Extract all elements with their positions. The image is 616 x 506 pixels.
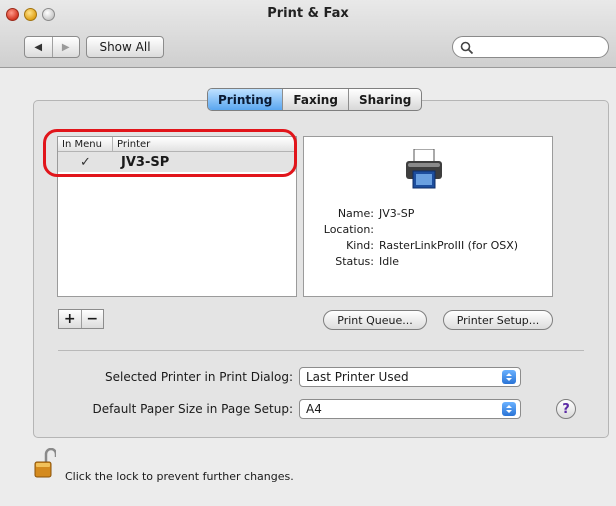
forward-button[interactable]: ▶ bbox=[51, 37, 80, 57]
highlight-annotation bbox=[43, 129, 297, 177]
info-row-location: Location: bbox=[304, 223, 554, 239]
info-key: Kind: bbox=[346, 239, 374, 252]
print-queue-button[interactable]: Print Queue... bbox=[323, 310, 427, 330]
info-value: RasterLinkProIII (for OSX) bbox=[379, 239, 519, 252]
paper-size-label: Default Paper Size in Page Setup: bbox=[92, 402, 294, 416]
help-button[interactable]: ? bbox=[556, 399, 576, 419]
paper-size-value: A4 bbox=[306, 402, 322, 416]
window-title: Print & Fax bbox=[267, 6, 349, 21]
back-button[interactable]: ◀ bbox=[25, 37, 52, 57]
popup-arrows-icon bbox=[502, 402, 516, 416]
search-icon bbox=[460, 41, 474, 55]
show-all-button[interactable]: Show All bbox=[86, 36, 164, 58]
printer-info: Name: JV3-SP Location: Kind: RasterLinkP… bbox=[304, 207, 554, 271]
paper-size-popup[interactable]: A4 bbox=[299, 399, 521, 419]
add-remove-group: + − bbox=[58, 309, 104, 329]
info-value bbox=[374, 223, 379, 239]
info-value: JV3-SP bbox=[379, 207, 415, 220]
tab-sharing[interactable]: Sharing bbox=[347, 89, 421, 110]
info-key: Name: bbox=[337, 207, 374, 220]
tab-printing[interactable]: Printing bbox=[208, 89, 283, 110]
info-value: Idle bbox=[379, 255, 400, 268]
back-forward-group: ◀ ▶ bbox=[24, 36, 80, 58]
selected-printer-popup[interactable]: Last Printer Used bbox=[299, 367, 521, 387]
print-fax-window: Print & Fax ◀ ▶ Show All Printing Faxing… bbox=[0, 0, 616, 506]
printer-details: Name: JV3-SP Location: Kind: RasterLinkP… bbox=[303, 136, 553, 297]
tab-faxing[interactable]: Faxing bbox=[282, 89, 348, 110]
info-key: Location: bbox=[323, 223, 374, 236]
lock-message: Click the lock to prevent further change… bbox=[65, 470, 294, 483]
remove-printer-button[interactable]: − bbox=[80, 310, 104, 328]
divider bbox=[58, 350, 584, 351]
info-row-name: Name: JV3-SP bbox=[304, 207, 554, 223]
info-row-status: Status: Idle bbox=[304, 255, 554, 271]
printer-setup-button[interactable]: Printer Setup... bbox=[443, 310, 553, 330]
info-key: Status: bbox=[335, 255, 374, 268]
selected-printer-value: Last Printer Used bbox=[306, 370, 409, 384]
info-row-kind: Kind: RasterLinkProIII (for OSX) bbox=[304, 239, 554, 255]
popup-arrows-icon bbox=[502, 370, 516, 384]
tab-bar: Printing Faxing Sharing bbox=[207, 88, 423, 111]
search-field[interactable] bbox=[452, 36, 609, 58]
title-bar: Print & Fax ◀ ▶ Show All bbox=[0, 0, 616, 68]
add-printer-button[interactable]: + bbox=[59, 310, 81, 328]
lock-icon[interactable] bbox=[34, 448, 56, 478]
selected-printer-label: Selected Printer in Print Dialog: bbox=[104, 370, 293, 384]
printer-icon bbox=[406, 149, 442, 189]
